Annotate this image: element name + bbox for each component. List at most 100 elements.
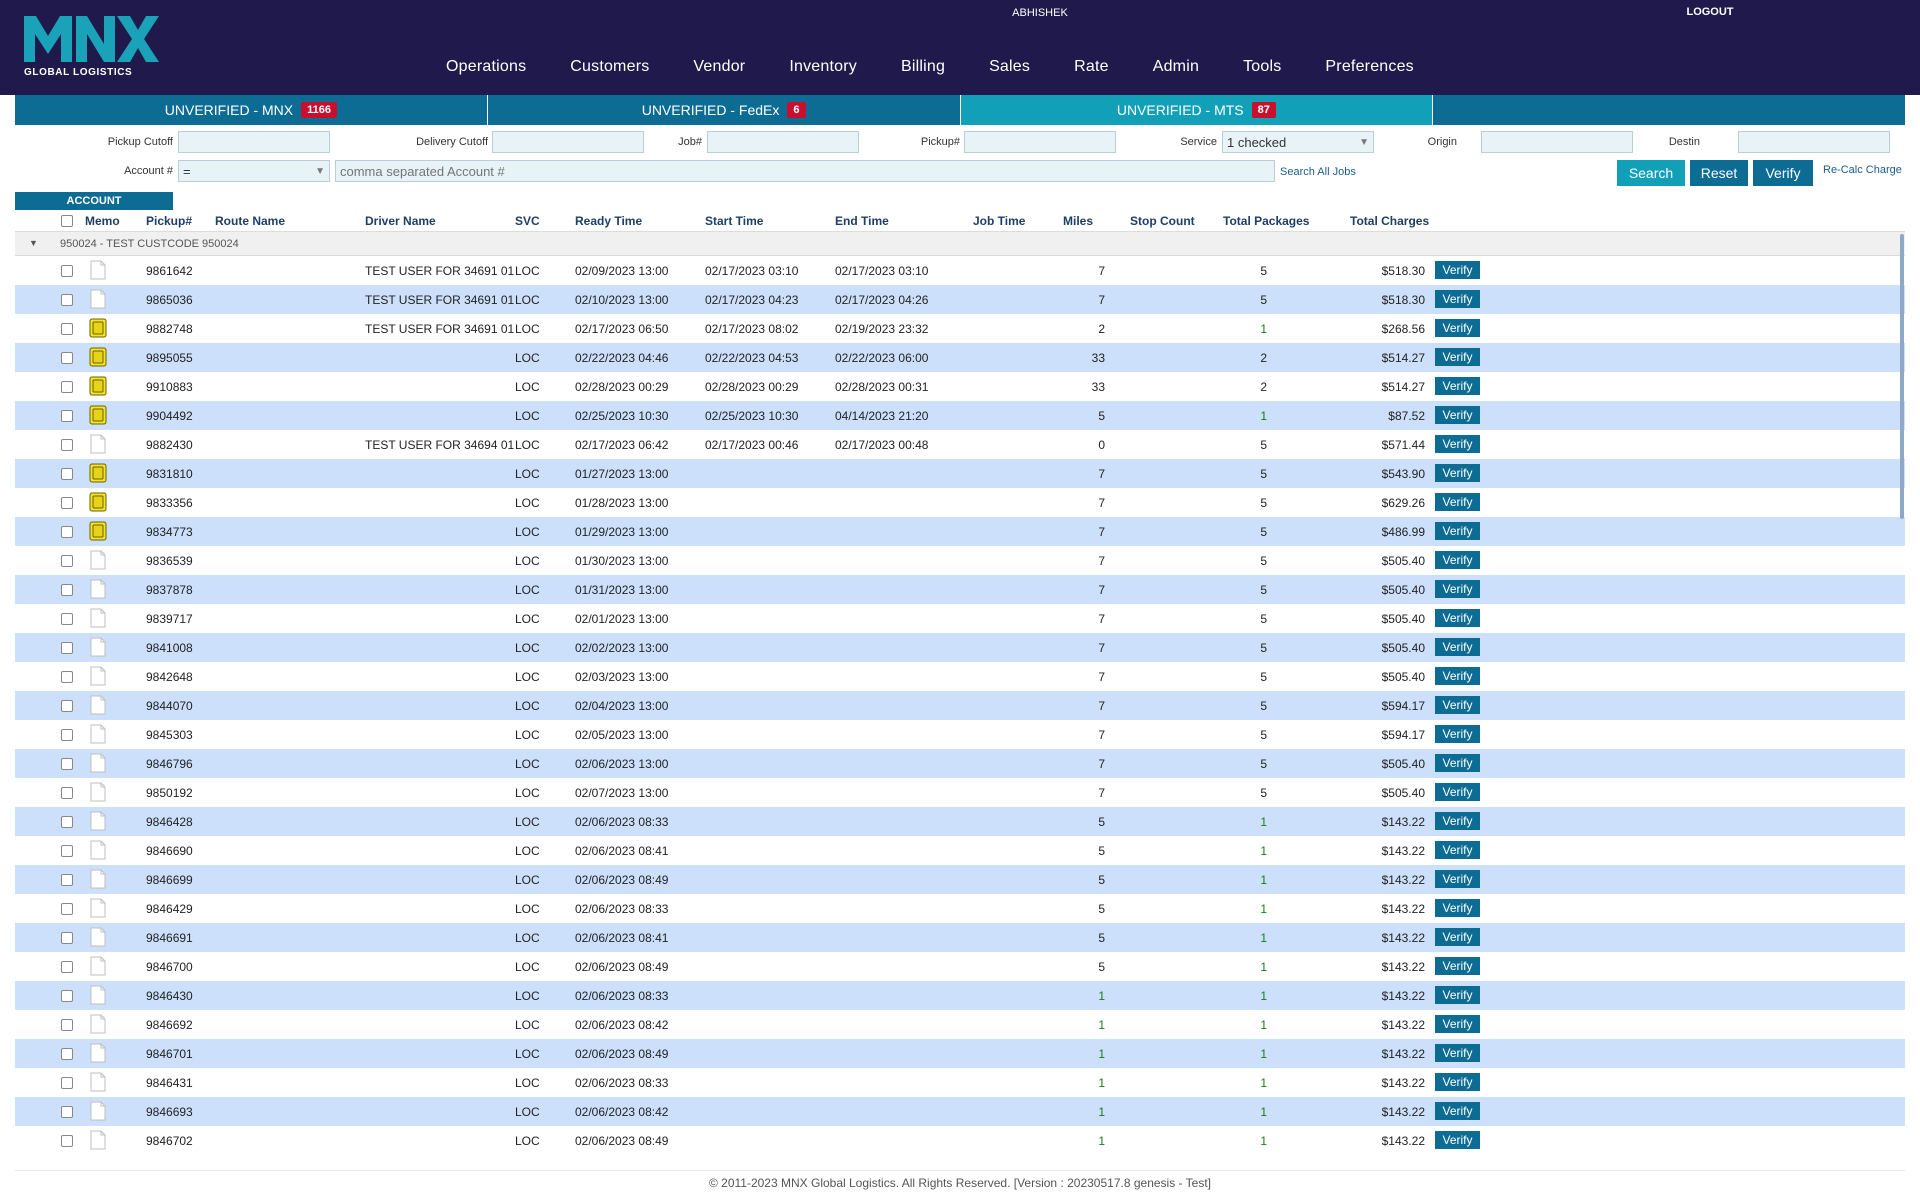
row-checkbox[interactable] — [61, 352, 73, 364]
job-input[interactable] — [707, 131, 859, 153]
reset-button[interactable]: Reset — [1690, 160, 1748, 186]
row-checkbox[interactable] — [61, 323, 73, 335]
row-verify-button[interactable]: Verify — [1435, 841, 1480, 859]
account-group-tab[interactable]: ACCOUNT — [15, 192, 173, 210]
row-checkbox[interactable] — [61, 932, 73, 944]
table-row[interactable]: 9837878 LOC 01/31/2023 13:00 7 5 $505.40 Verif… — [15, 575, 1905, 604]
row-checkbox[interactable] — [61, 845, 73, 857]
table-row[interactable]: 9861642 TEST USER FOR 34691 01 LOC 02/09/20… — [15, 256, 1905, 285]
memo-empty-icon[interactable] — [89, 608, 107, 628]
memo-empty-icon[interactable] — [89, 434, 107, 454]
col-pickup[interactable]: Pickup# — [146, 214, 192, 228]
row-checkbox[interactable] — [61, 1048, 73, 1060]
col-svc[interactable]: SVC — [515, 214, 540, 228]
row-verify-button[interactable]: Verify — [1435, 290, 1480, 308]
memo-empty-icon[interactable] — [89, 724, 107, 744]
row-verify-button[interactable]: Verify — [1435, 783, 1480, 801]
row-verify-button[interactable]: Verify — [1435, 812, 1480, 830]
memo-empty-icon[interactable] — [89, 898, 107, 918]
col-start-time[interactable]: Start Time — [705, 214, 763, 228]
table-row[interactable]: 9846796 LOC 02/06/2023 13:00 7 5 $505.40 Verif… — [15, 749, 1905, 778]
col-job-time[interactable]: Job Time — [973, 214, 1025, 228]
memo-empty-icon[interactable] — [89, 1072, 107, 1092]
row-verify-button[interactable]: Verify — [1435, 986, 1480, 1004]
origin-input[interactable] — [1481, 131, 1633, 153]
table-row[interactable]: 9846699 LOC 02/06/2023 08:49 5 1 $143.22 Verif… — [15, 865, 1905, 894]
row-verify-button[interactable]: Verify — [1435, 754, 1480, 772]
row-verify-button[interactable]: Verify — [1435, 319, 1480, 337]
row-checkbox[interactable] — [61, 1077, 73, 1089]
table-row[interactable]: 9846691 LOC 02/06/2023 08:41 5 1 $143.22 Verif… — [15, 923, 1905, 952]
collapse-caret-icon[interactable]: ▼ — [29, 238, 38, 248]
row-verify-button[interactable]: Verify — [1435, 464, 1480, 482]
row-verify-button[interactable]: Verify — [1435, 928, 1480, 946]
nav-rate[interactable]: Rate — [1074, 58, 1109, 84]
memo-empty-icon[interactable] — [89, 840, 107, 860]
row-verify-button[interactable]: Verify — [1435, 522, 1480, 540]
row-checkbox[interactable] — [61, 700, 73, 712]
nav-admin[interactable]: Admin — [1153, 58, 1199, 84]
memo-note-icon[interactable] — [89, 492, 107, 512]
table-row[interactable]: 9833356 LOC 01/28/2023 13:00 7 5 $629.26 Verif… — [15, 488, 1905, 517]
tab-unverified-fedex[interactable]: UNVERIFIED - FedEx 6 — [487, 95, 961, 125]
table-row[interactable]: 9842648 LOC 02/03/2023 13:00 7 5 $505.40 Verif… — [15, 662, 1905, 691]
row-checkbox[interactable] — [61, 1106, 73, 1118]
row-checkbox[interactable] — [61, 265, 73, 277]
row-checkbox[interactable] — [61, 990, 73, 1002]
row-verify-button[interactable]: Verify — [1435, 1015, 1480, 1033]
col-driver-name[interactable]: Driver Name — [365, 214, 436, 228]
row-checkbox[interactable] — [61, 1019, 73, 1031]
table-row[interactable]: 9850192 LOC 02/07/2023 13:00 7 5 $505.40 Verif… — [15, 778, 1905, 807]
col-miles[interactable]: Miles — [1063, 214, 1093, 228]
row-checkbox[interactable] — [61, 1135, 73, 1147]
row-checkbox[interactable] — [61, 729, 73, 741]
table-row[interactable]: 9882748 TEST USER FOR 34691 01 LOC 02/17/20… — [15, 314, 1905, 343]
table-row[interactable]: 9910883 LOC 02/28/2023 00:29 02/28/2023 00:… — [15, 372, 1905, 401]
memo-empty-icon[interactable] — [89, 927, 107, 947]
row-verify-button[interactable]: Verify — [1435, 348, 1480, 366]
memo-empty-icon[interactable] — [89, 260, 107, 280]
row-checkbox[interactable] — [61, 294, 73, 306]
nav-sales[interactable]: Sales — [989, 58, 1030, 84]
mnx-logo[interactable]: GLOBAL LOGISTICS — [24, 14, 164, 80]
memo-empty-icon[interactable] — [89, 782, 107, 802]
nav-vendor[interactable]: Vendor — [693, 58, 745, 84]
nav-billing[interactable]: Billing — [901, 58, 945, 84]
row-verify-button[interactable]: Verify — [1435, 1044, 1480, 1062]
memo-empty-icon[interactable] — [89, 579, 107, 599]
table-row[interactable]: 9836539 LOC 01/30/2023 13:00 7 5 $505.40 Verif… — [15, 546, 1905, 575]
row-checkbox[interactable] — [61, 468, 73, 480]
row-verify-button[interactable]: Verify — [1435, 1131, 1480, 1149]
account-input[interactable] — [335, 160, 1275, 182]
row-checkbox[interactable] — [61, 584, 73, 596]
row-checkbox[interactable] — [61, 758, 73, 770]
row-checkbox[interactable] — [61, 787, 73, 799]
row-verify-button[interactable]: Verify — [1435, 261, 1480, 279]
delivery-cutoff-input[interactable] — [492, 131, 644, 153]
memo-note-icon[interactable] — [89, 376, 107, 396]
table-row[interactable]: 9846693 LOC 02/06/2023 08:42 1 1 $143.22 Verif… — [15, 1097, 1905, 1126]
table-row[interactable]: 9846692 LOC 02/06/2023 08:42 1 1 $143.22 Verif… — [15, 1010, 1905, 1039]
row-checkbox[interactable] — [61, 642, 73, 654]
row-verify-button[interactable]: Verify — [1435, 870, 1480, 888]
row-checkbox[interactable] — [61, 439, 73, 451]
col-route-name[interactable]: Route Name — [215, 214, 285, 228]
col-memo[interactable]: Memo — [85, 214, 120, 228]
table-row[interactable]: 9865036 TEST USER FOR 34691 01 LOC 02/10/20… — [15, 285, 1905, 314]
row-checkbox[interactable] — [61, 816, 73, 828]
service-select[interactable]: 1 checked ▼ — [1222, 131, 1374, 153]
table-row[interactable]: 9846431 LOC 02/06/2023 08:33 1 1 $143.22 Verif… — [15, 1068, 1905, 1097]
table-row[interactable]: 9846702 LOC 02/06/2023 08:49 1 1 $143.22 Verif… — [15, 1126, 1905, 1155]
row-verify-button[interactable]: Verify — [1435, 1102, 1480, 1120]
recalc-charge-link[interactable]: Re-Calc Charge — [1823, 164, 1902, 176]
table-row[interactable]: 9839717 LOC 02/01/2023 13:00 7 5 $505.40 Verif… — [15, 604, 1905, 633]
memo-empty-icon[interactable] — [89, 1101, 107, 1121]
table-row[interactable]: 9831810 LOC 01/27/2023 13:00 7 5 $543.90 Verif… — [15, 459, 1905, 488]
table-row[interactable]: 9834773 LOC 01/29/2023 13:00 7 5 $486.99 Verif… — [15, 517, 1905, 546]
memo-empty-icon[interactable] — [89, 1014, 107, 1034]
row-verify-button[interactable]: Verify — [1435, 1073, 1480, 1091]
destin-input[interactable] — [1738, 131, 1890, 153]
row-verify-button[interactable]: Verify — [1435, 899, 1480, 917]
row-verify-button[interactable]: Verify — [1435, 377, 1480, 395]
memo-empty-icon[interactable] — [89, 1043, 107, 1063]
